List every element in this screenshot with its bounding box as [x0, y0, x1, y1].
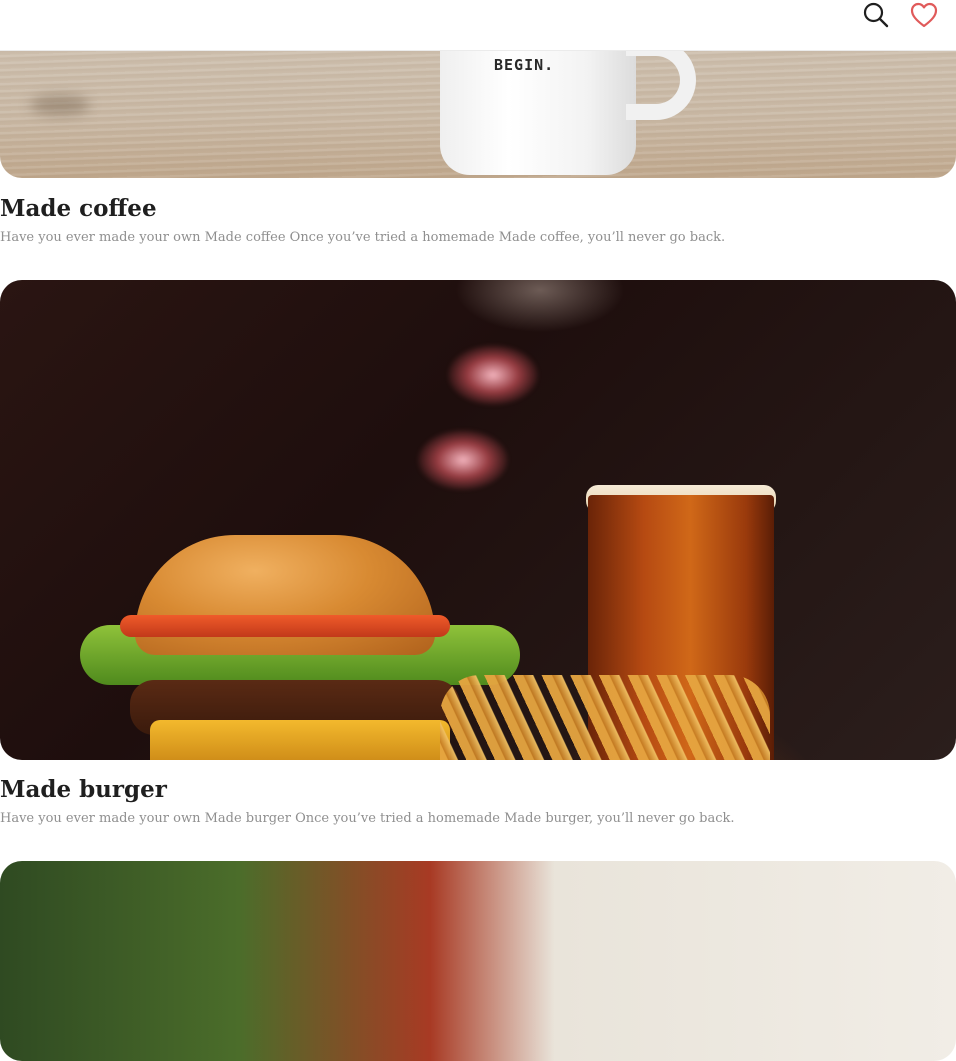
burger-bun: [135, 535, 435, 655]
card-title-coffee[interactable]: Made coffee: [0, 195, 157, 222]
heart-icon: [910, 2, 938, 28]
background-lamp: [448, 345, 538, 405]
search-icon: [863, 2, 889, 28]
card-description-coffee: Have you ever made your own Made coffee …: [0, 230, 726, 245]
next-card-image[interactable]: [0, 861, 956, 1061]
burger-cheese: [150, 720, 450, 760]
table-shadow: [30, 95, 90, 115]
top-bar: [0, 0, 956, 51]
burger-card-image[interactable]: [0, 280, 956, 760]
background-lamp: [418, 430, 508, 490]
favorites-button[interactable]: [908, 0, 940, 30]
search-button[interactable]: [860, 0, 892, 30]
card-title-burger[interactable]: Made burger: [0, 776, 167, 803]
recipe-feed[interactable]: BEGIN. Made coffee Have you ever made yo…: [0, 0, 956, 1061]
french-fries: [440, 675, 770, 760]
mug-print-text: BEGIN.: [494, 56, 555, 74]
burger-tomato: [120, 615, 450, 637]
card-description-burger: Have you ever made your own Made burger …: [0, 811, 735, 826]
